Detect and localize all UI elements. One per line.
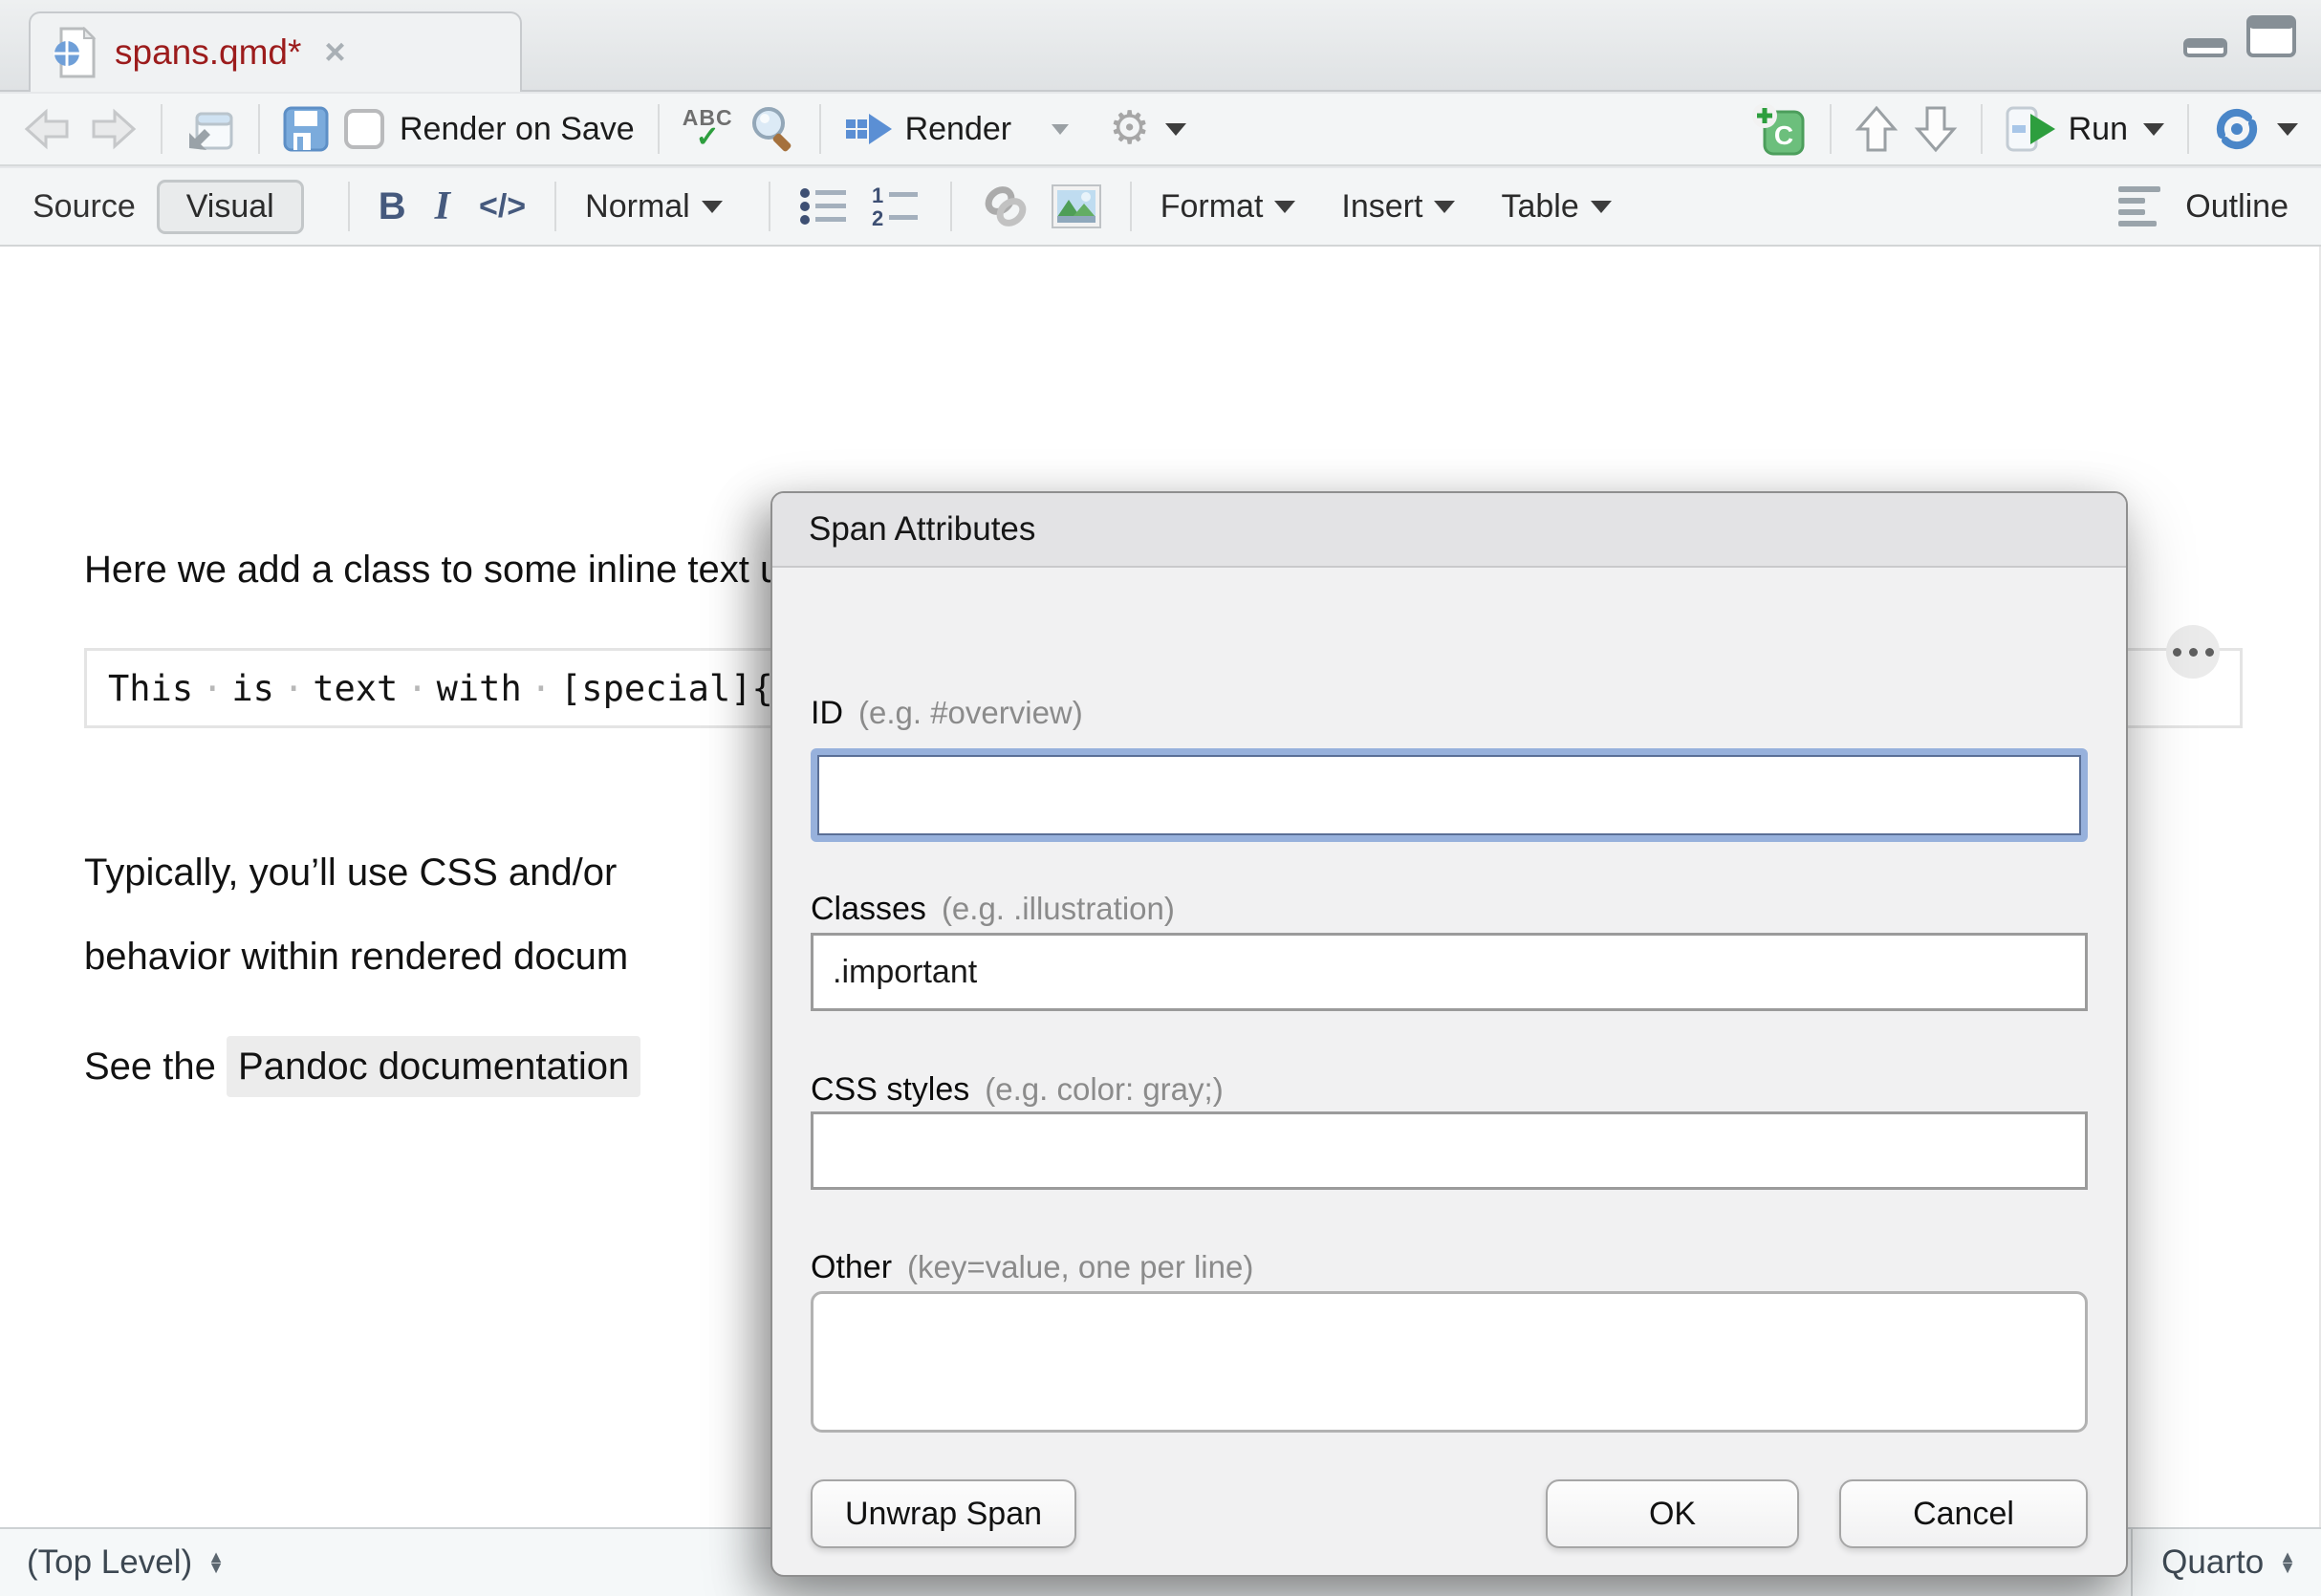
render-button[interactable]: Render	[844, 108, 1012, 150]
render-on-save-label: Render on Save	[400, 111, 635, 148]
unwrap-span-button[interactable]: Unwrap Span	[811, 1479, 1076, 1548]
format-menu[interactable]: Format	[1160, 188, 1296, 226]
up-arrow-icon[interactable]	[1855, 104, 1898, 154]
paragraph-3: See the Pandoc documentation	[84, 1046, 640, 1089]
render-label: Render	[905, 111, 1012, 148]
paragraph-style-dropdown[interactable]: Normal	[585, 188, 723, 226]
document-tab[interactable]: spans.qmd* ×	[29, 11, 522, 92]
rstudio-editor-pane: spans.qmd* ×	[0, 0, 2321, 1596]
back-icon[interactable]	[23, 106, 73, 152]
tab-title: spans.qmd*	[115, 32, 301, 73]
insert-menu[interactable]: Insert	[1341, 188, 1455, 226]
run-dropdown-icon[interactable]	[2143, 123, 2164, 136]
spellcheck-icon[interactable]: ABC ✓	[683, 107, 733, 152]
down-arrow-icon[interactable]	[1914, 104, 1958, 154]
quarto-file-icon	[54, 27, 98, 78]
inline-code-icon[interactable]: </>	[479, 188, 526, 226]
classes-label: Classes(e.g. .illustration)	[811, 891, 1175, 928]
cancel-button[interactable]: Cancel	[1839, 1479, 2088, 1548]
visual-mode-button[interactable]: Visual	[157, 180, 304, 234]
css-styles-label: CSS styles(e.g. color: gray;)	[811, 1071, 1224, 1109]
search-icon[interactable]	[748, 104, 796, 154]
tab-strip: spans.qmd* ×	[0, 0, 2321, 92]
run-label: Run	[2069, 111, 2128, 148]
ok-button[interactable]: OK	[1546, 1479, 1799, 1548]
classes-input[interactable]	[811, 933, 2088, 1011]
source-rerun-icon[interactable]	[2212, 106, 2262, 152]
doc-type-selector[interactable]: Quarto ▲▼	[2131, 1529, 2321, 1596]
maximize-icon[interactable]	[2246, 15, 2296, 57]
source-mode-button[interactable]: Source	[33, 188, 136, 226]
css-styles-input[interactable]	[811, 1111, 2088, 1190]
pandoc-doc-link[interactable]: Pandoc documentation	[227, 1036, 640, 1097]
render-dropdown-icon[interactable]	[1052, 124, 1069, 135]
italic-icon[interactable]: I	[427, 183, 458, 229]
run-button[interactable]: Run	[2006, 106, 2128, 152]
image-icon[interactable]	[1052, 184, 1101, 228]
other-textarea[interactable]	[811, 1291, 2088, 1433]
format-toolbar: Source Visual B I </> Normal 1 2	[0, 168, 2321, 247]
gear-dropdown-icon[interactable]	[1165, 123, 1186, 136]
minimize-icon[interactable]	[2183, 15, 2227, 57]
insert-chunk-icon[interactable]: C	[1751, 102, 1807, 156]
source-dropdown-icon[interactable]	[2277, 123, 2298, 136]
bold-icon[interactable]: B	[379, 185, 406, 228]
link-icon[interactable]	[981, 183, 1030, 230]
render-on-save-checkbox[interactable]	[344, 109, 384, 149]
other-label: Other(key=value, one per line)	[811, 1249, 1253, 1286]
forward-icon[interactable]	[88, 106, 138, 152]
dialog-title: Span Attributes	[772, 493, 2126, 568]
paragraph-2: Typically, you’ll use CSS and/or behavio…	[84, 830, 628, 999]
gear-icon[interactable]: ⚙	[1109, 106, 1150, 152]
main-toolbar: Render on Save ABC ✓ Render ⚙	[0, 94, 2321, 166]
close-icon[interactable]: ×	[324, 32, 345, 74]
table-menu[interactable]: Table	[1501, 188, 1611, 226]
updown-icon: ▲▼	[207, 1552, 225, 1573]
id-input[interactable]	[817, 755, 2081, 835]
svg-text:1: 1	[872, 185, 883, 207]
id-field-focus-ring	[811, 748, 2088, 842]
outline-icon	[2118, 186, 2160, 226]
outline-scope-selector[interactable]: (Top Level) ▲▼	[0, 1543, 225, 1582]
outline-toggle[interactable]: Outline	[2118, 186, 2288, 226]
popout-icon[interactable]	[185, 104, 235, 154]
svg-text:2: 2	[872, 206, 883, 227]
updown-icon: ▲▼	[2279, 1552, 2296, 1573]
id-label: ID(e.g. #overview)	[811, 695, 1083, 732]
span-attributes-dialog: Span Attributes ID(e.g. #overview) Class…	[770, 491, 2128, 1577]
bullet-list-icon[interactable]	[799, 185, 849, 227]
save-icon[interactable]	[283, 106, 329, 152]
numbered-list-icon[interactable]: 1 2	[870, 185, 922, 227]
svg-text:C: C	[1774, 120, 1793, 150]
block-options-icon[interactable]	[2166, 625, 2220, 679]
